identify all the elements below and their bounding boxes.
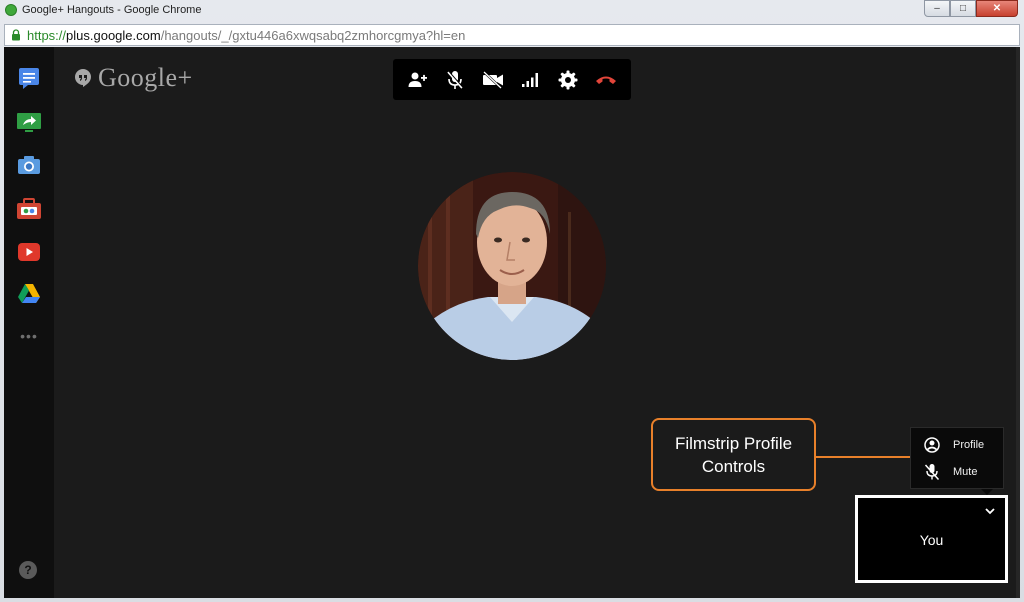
menu-label-mute: Mute	[953, 466, 978, 478]
invite-people-button[interactable]	[403, 65, 433, 95]
logo-text: Google+	[98, 63, 193, 92]
camera-off-icon	[483, 70, 504, 89]
mute-icon	[923, 463, 941, 481]
menu-item-mute[interactable]: Mute	[911, 459, 1005, 485]
filmstrip-self-tile[interactable]: You	[855, 495, 1008, 583]
participant-avatar	[418, 172, 606, 360]
url-text[interactable]: https://plus.google.com/hangouts/_/gxtu4…	[27, 28, 465, 43]
callout-line-1: Filmstrip Profile	[674, 433, 793, 453]
url-scheme: https://	[27, 28, 67, 43]
bandwidth-icon	[521, 72, 538, 87]
camera-off-button[interactable]	[478, 65, 508, 95]
settings-button[interactable]	[553, 65, 583, 95]
title-bar: Google+ Hangouts - Google Chrome ‒ □ ✕	[0, 0, 1024, 22]
callout-connector	[816, 456, 910, 458]
filmstrip-profile-menu: Profile Mute	[910, 427, 1004, 489]
invite-people-icon	[408, 72, 427, 87]
settings-icon	[558, 70, 578, 89]
scrollbar[interactable]	[1016, 47, 1020, 598]
hangouts-icon	[5, 4, 17, 16]
lock-icon	[12, 29, 20, 41]
mute-mic-icon	[447, 70, 464, 89]
window-controls: ‒ □ ✕	[924, 0, 1018, 18]
address-bar[interactable]: https://plus.google.com/hangouts/_/gxtu4…	[4, 24, 1020, 46]
callout-text: Filmstrip Profile Controls	[675, 432, 792, 478]
maximize-button[interactable]: □	[950, 0, 976, 17]
chat-icon[interactable]	[16, 65, 42, 91]
more-apps-icon[interactable]: •••	[16, 323, 42, 349]
browser-window: Google+ Hangouts - Google Chrome ‒ □ ✕ h…	[0, 0, 1024, 602]
toolbox-icon[interactable]	[16, 196, 42, 222]
youtube-icon[interactable]	[16, 239, 42, 265]
mute-mic-button[interactable]	[440, 65, 470, 95]
hangouts-logo-icon	[75, 69, 91, 87]
apps-sidebar: ••• ?	[4, 47, 54, 598]
bandwidth-button[interactable]	[516, 65, 546, 95]
url-host: plus.google.com	[66, 28, 161, 43]
callout-line-2: Controls	[701, 456, 766, 476]
google-plus-logo: Google+	[74, 63, 193, 93]
menu-label-profile: Profile	[953, 439, 985, 451]
screenshare-icon[interactable]	[16, 109, 42, 135]
drive-icon[interactable]	[16, 281, 42, 307]
window-title: Google+ Hangouts - Google Chrome	[22, 4, 202, 16]
camera-icon[interactable]	[16, 152, 42, 178]
filmstrip-label: You	[919, 532, 944, 548]
filmstrip-callout: Filmstrip Profile Controls	[651, 418, 816, 491]
hangout-area: ••• ? Google+ Filmstrip Profile Controls…	[4, 47, 1020, 598]
profile-icon	[923, 436, 941, 454]
help-icon[interactable]: ?	[19, 561, 37, 579]
hang-up-icon	[596, 76, 617, 84]
hang-up-button[interactable]	[591, 65, 621, 95]
close-button[interactable]: ✕	[976, 0, 1018, 17]
menu-item-profile[interactable]: Profile	[911, 432, 1005, 458]
minimize-button[interactable]: ‒	[924, 0, 950, 17]
chevron-down-icon[interactable]	[983, 504, 997, 518]
call-toolbar	[393, 59, 631, 100]
url-path: /hangouts/_/gxtu446a6xwqsabq2zmhorcgmya?…	[160, 28, 466, 43]
